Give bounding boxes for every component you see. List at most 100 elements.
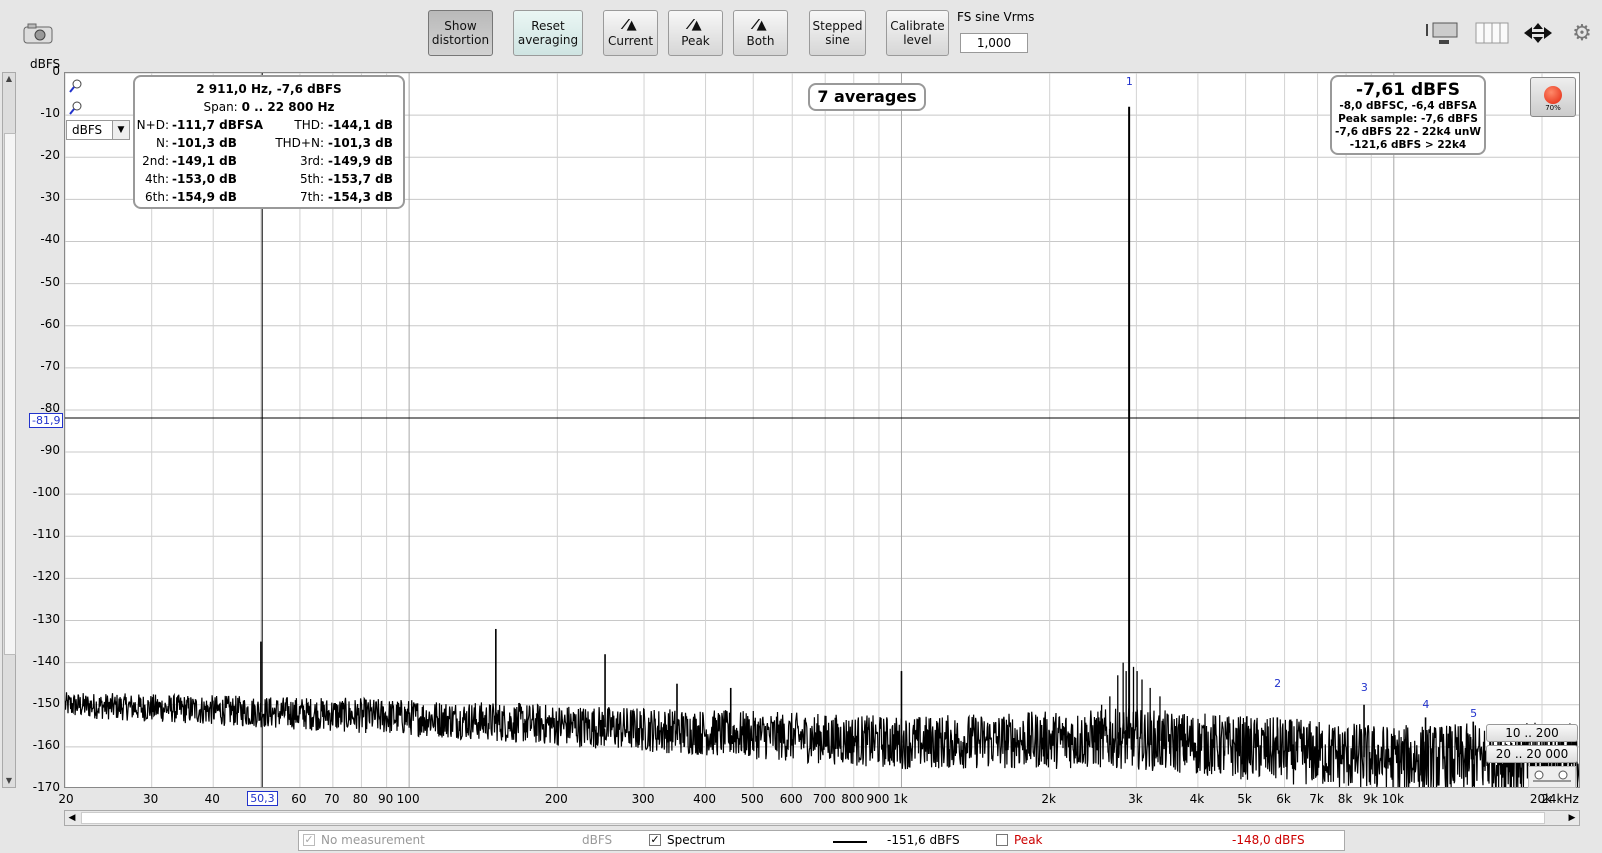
record-icon <box>1544 86 1562 104</box>
fit-arrows-icon[interactable] <box>1520 18 1556 48</box>
reset-averaging-button[interactable]: Reset averaging <box>513 10 583 56</box>
peak-checkbox[interactable] <box>996 834 1008 846</box>
columns-icon[interactable] <box>1474 18 1510 48</box>
y-tick-label: -90 <box>40 443 60 458</box>
y-tick-label: -50 <box>40 274 60 289</box>
y-tick-label: -110 <box>32 527 60 542</box>
x-tick-label: 400 <box>693 792 716 806</box>
info-value: -153,0 dB <box>172 172 237 186</box>
vertical-scrollbar[interactable]: ▲ ▼ <box>2 72 16 788</box>
x-tick-label: 3k <box>1128 792 1143 806</box>
info-value: -154,9 dB <box>172 190 237 204</box>
y-tick-label: -120 <box>32 569 60 584</box>
peak-button[interactable]: ⁄▲ Peak <box>668 10 723 56</box>
spectrum-value: -151,6 dBFS <box>887 833 960 847</box>
scroll-left-icon[interactable]: ◀ <box>65 811 79 825</box>
x-tick-label: 100 <box>396 792 420 806</box>
stepped-sine-button[interactable]: Stepped sine <box>809 10 866 56</box>
info-label: 3rd: <box>299 154 324 168</box>
info-value: -153,7 dB <box>328 172 393 186</box>
x-tick-label: 500 <box>740 792 764 806</box>
info-label: THD: <box>294 118 324 132</box>
x-tick-label: 1k <box>893 792 908 806</box>
both-button[interactable]: ⁄▲ Both <box>733 10 788 56</box>
y-tick-label: -100 <box>32 485 60 500</box>
harmonic-marker: 2 <box>1274 677 1282 691</box>
spectrum-checkbox[interactable]: ✓ <box>649 834 661 846</box>
level-line2: Peak sample: -7,6 dBFS <box>1338 113 1478 125</box>
level-box: -7,61 dBFS -8,0 dBFSC, -6,4 dBFSA Peak s… <box>1330 75 1486 155</box>
x-tick-label: 4k <box>1189 792 1205 806</box>
x-tick-label: 20 <box>58 792 74 806</box>
info-label: THD+N: <box>275 136 324 150</box>
info-label: 7th: <box>300 190 324 204</box>
show-distortion-button[interactable]: Show distortion <box>428 10 493 56</box>
y-tick-label: -40 <box>40 232 60 247</box>
x-tick-label: 300 <box>631 792 655 806</box>
zoom-in-icon[interactable] <box>68 78 84 94</box>
y-tick-label: 0 <box>52 64 60 78</box>
fs-sine-input[interactable] <box>960 33 1028 53</box>
distortion-info-box: 2 911,0 Hz, -7,6 dBFS Span: 0 .. 22 800 … <box>133 75 405 209</box>
range-button-10-200[interactable]: 10 .. 200 <box>1486 724 1578 742</box>
level-line1: -8,0 dBFSC, -6,4 dBFSA <box>1339 100 1477 112</box>
both-label: Both <box>746 34 775 48</box>
x-tick-label: 80 <box>352 792 369 806</box>
harmonic-marker: 3 <box>1360 681 1368 695</box>
y-tick-label: -20 <box>40 148 60 163</box>
span-label: Span: <box>203 100 238 114</box>
info-label: 6th: <box>145 190 169 204</box>
info-value: -101,3 dB <box>328 136 393 150</box>
camera-icon[interactable] <box>22 22 54 44</box>
y-tick-label: -150 <box>32 695 60 710</box>
info-value: -144,1 dB <box>328 118 393 132</box>
x-tick-label: 600 <box>779 792 803 806</box>
harmonic-marker: 1 <box>1125 74 1133 88</box>
layout-toggle-icon[interactable] <box>1424 18 1464 48</box>
x-tick-label: 9k <box>1362 792 1378 806</box>
spectrum-line-swatch <box>833 841 867 843</box>
legend-bar: ✓ No measurement dBFS ✓ Spectrum -151,6 … <box>298 830 1345 851</box>
averages-badge: 7 averages <box>808 83 926 111</box>
calibrate-level-button[interactable]: Calibrate level <box>886 10 949 56</box>
info-label: N+D: <box>136 118 169 132</box>
info-label: 4th: <box>145 172 169 186</box>
x-tick-label: 2k <box>1041 792 1056 806</box>
level-line3: -7,6 dBFS 22 - 22k4 unW <box>1335 126 1481 138</box>
harmonic-marker: 4 <box>1422 698 1430 712</box>
record-button[interactable]: 70% <box>1530 77 1576 117</box>
fs-sine-label: FS sine Vrms <box>957 10 1035 24</box>
peak-label: Peak <box>681 34 710 48</box>
x-tick-label: 24kHz <box>1541 792 1579 806</box>
gear-icon[interactable]: ⚙ <box>1568 18 1596 48</box>
y-tick-label: -60 <box>40 316 60 331</box>
horizontal-scroll-thumb[interactable] <box>81 812 1545 824</box>
x-tick-label: 7k <box>1309 792 1324 806</box>
scroll-right-icon[interactable]: ▶ <box>1565 811 1579 825</box>
level-line4: -121,6 dBFS > 22k4 <box>1349 139 1467 151</box>
peak-label: Peak <box>1014 833 1043 847</box>
info-value: -149,1 dB <box>172 154 237 168</box>
cursor-y-readout: -81,9 <box>29 413 64 428</box>
current-button[interactable]: ⁄▲ Current <box>603 10 658 56</box>
x-tick-label: 10k <box>1381 792 1404 806</box>
x-tick-label: 800 <box>841 792 865 806</box>
no-measurement-checkbox[interactable]: ✓ <box>303 834 315 846</box>
info-span: Span: 0 .. 22 800 Hz <box>135 100 403 114</box>
x-tick-label: 70 <box>324 792 340 806</box>
y-tick-label: -70 <box>40 358 60 373</box>
horizontal-scrollbar[interactable]: ◀ ▶ <box>64 810 1580 826</box>
x-tick-label: 30 <box>143 792 159 806</box>
x-tick-label: 90 <box>377 792 394 806</box>
info-label: 2nd: <box>142 154 169 168</box>
no-measurement-label: No measurement <box>321 833 425 847</box>
info-label: N: <box>155 136 169 150</box>
range-slider-icon[interactable] <box>1528 766 1576 788</box>
y-tick-label: -170 <box>32 780 60 794</box>
y-tick-label: -30 <box>40 190 60 205</box>
zoom-out-icon[interactable] <box>68 100 84 116</box>
range-button-20-20000[interactable]: 20 .. 20 000 <box>1486 745 1578 763</box>
info-value: -149,9 dB <box>328 154 393 168</box>
x-tick-label: 700 <box>812 792 836 806</box>
current-icon: ⁄▲ <box>624 18 637 33</box>
